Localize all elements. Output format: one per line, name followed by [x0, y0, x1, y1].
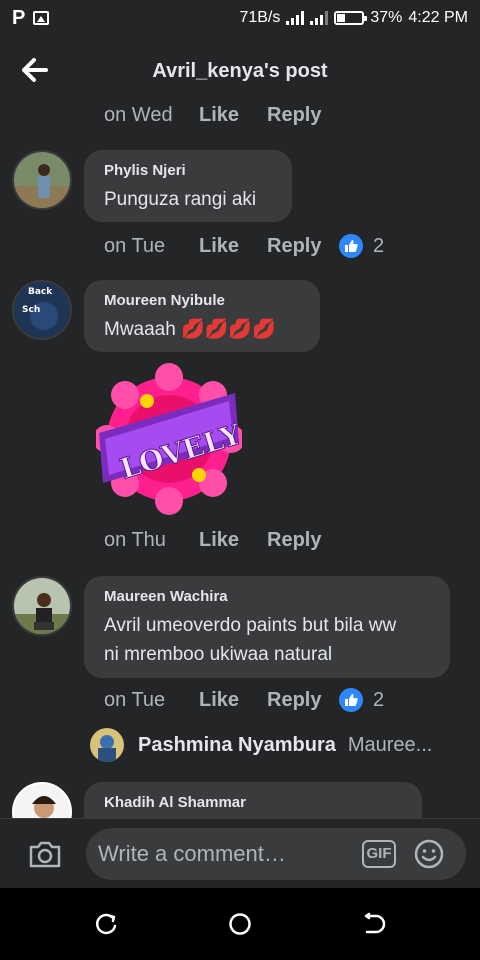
- commenter-name[interactable]: Moureen Nyibule: [104, 292, 300, 309]
- avatar: [90, 728, 124, 762]
- avatar-photo: [14, 578, 70, 634]
- comment-text: Mwaaah 💋💋💋💋: [104, 315, 300, 344]
- status-bar: P 71B/s 37% 4:22 PM: [0, 0, 480, 36]
- like-button[interactable]: Like: [199, 104, 267, 127]
- reaction-count-value: 2: [373, 234, 385, 257]
- recents-button[interactable]: [95, 912, 119, 936]
- app-notification-icon: P: [12, 6, 26, 29]
- commenter-name[interactable]: Maureen Wachira: [104, 588, 430, 605]
- net-speed: 71B/s: [239, 9, 281, 26]
- comment-text-line-1: Avril umeoverdo paints but bila ww: [104, 615, 397, 636]
- battery-percent: 37%: [370, 9, 403, 26]
- kiss-emoji: 💋💋💋💋: [181, 319, 276, 340]
- comment-actions: on Wed Like Reply: [104, 104, 339, 127]
- battery-icon: [334, 11, 368, 25]
- comment-time: on Thu: [104, 529, 166, 551]
- avatar-photo: [14, 152, 70, 208]
- comment-bubble[interactable]: Maureen Wachira Avril umeoverdo paints b…: [84, 576, 450, 678]
- page-title: Avril_kenya's post: [152, 60, 328, 82]
- avatar-photo: [90, 728, 124, 762]
- lovely-sticker-art: LOVELY: [93, 363, 246, 515]
- thumbs-up-icon: [339, 234, 363, 258]
- home-button[interactable]: [228, 912, 252, 936]
- post-header: Avril_kenya's post: [0, 36, 480, 106]
- smiley-icon: [414, 839, 444, 869]
- comment-bubble[interactable]: Phylis Njeri Punguza rangi aki: [84, 150, 292, 222]
- home-circle-icon: [229, 913, 251, 935]
- back-nav-icon: [364, 912, 386, 934]
- signal-icon: [286, 11, 305, 25]
- comment-bubble[interactable]: Moureen Nyibule Mwaaah 💋💋💋💋: [84, 280, 320, 352]
- comment-actions: on Thu Like Reply: [104, 529, 339, 552]
- reply-author-name[interactable]: Pashmina Nyambura: [138, 734, 336, 757]
- reaction-count[interactable]: 2: [339, 688, 384, 712]
- comment-time: on Tue: [104, 688, 166, 711]
- gif-button[interactable]: GIF: [362, 840, 396, 868]
- lovely-sticker[interactable]: LOVELY: [93, 360, 246, 518]
- commenter-name[interactable]: Khadih Al Shammar: [104, 794, 402, 811]
- reply-button[interactable]: Reply: [267, 104, 339, 127]
- avatar-photo: Back Sch: [14, 282, 70, 338]
- comment-text-line-2: ni mremboo ukiwaa natural: [104, 644, 333, 665]
- comment-composer: GIF: [0, 818, 480, 888]
- avatar[interactable]: Back Sch: [12, 280, 72, 340]
- like-button[interactable]: Like: [199, 529, 267, 552]
- reply-text-preview: Mauree...: [347, 733, 433, 756]
- comment-text-words: Mwaaah: [104, 319, 176, 340]
- reply-button[interactable]: Reply: [267, 235, 339, 258]
- reply-button[interactable]: Reply: [267, 529, 339, 552]
- camera-icon: [29, 841, 61, 868]
- emoji-button[interactable]: [414, 839, 444, 869]
- svg-text:Sch: Sch: [22, 305, 40, 315]
- signal-2-icon: [310, 11, 329, 25]
- avatar[interactable]: [12, 576, 72, 636]
- image-notification-icon: [33, 11, 50, 25]
- comment-input-box[interactable]: GIF: [86, 828, 466, 880]
- comment-actions: on Tue Like Reply 2: [104, 688, 384, 712]
- back-nav-button[interactable]: [362, 912, 386, 936]
- thumbs-up-icon: [339, 688, 363, 712]
- reply-button[interactable]: Reply: [267, 689, 339, 712]
- svg-text:Back: Back: [28, 287, 53, 297]
- comment-input[interactable]: [98, 841, 358, 867]
- recents-icon: [95, 913, 117, 935]
- system-nav-bar: [0, 888, 480, 960]
- comment-time: on Wed: [104, 104, 173, 126]
- avatar[interactable]: [12, 150, 72, 210]
- reaction-count-value: 2: [373, 688, 385, 711]
- camera-button[interactable]: [28, 839, 62, 869]
- comment-time: on Tue: [104, 234, 166, 257]
- comment-actions: on Tue Like Reply 2: [104, 234, 384, 258]
- like-button[interactable]: Like: [199, 689, 267, 712]
- reply-preview[interactable]: Pashmina Nyambura Mauree...: [90, 728, 432, 762]
- commenter-name[interactable]: Phylis Njeri: [104, 162, 272, 179]
- clock: 4:22 PM: [408, 9, 468, 26]
- reaction-count[interactable]: 2: [339, 234, 384, 258]
- like-button[interactable]: Like: [199, 235, 267, 258]
- comment-text: Punguza rangi aki: [104, 189, 257, 210]
